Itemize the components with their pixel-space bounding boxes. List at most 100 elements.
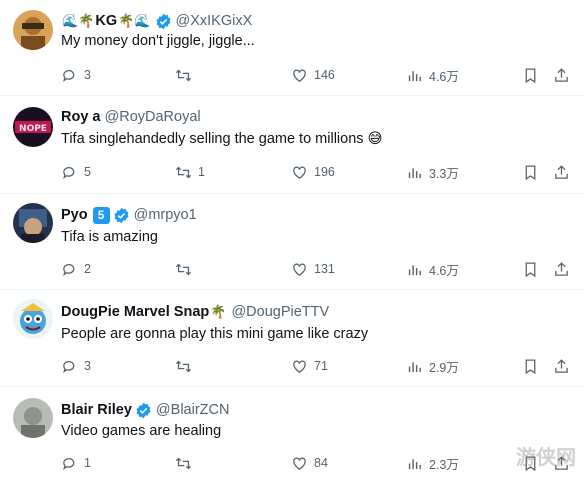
- divider: [0, 193, 584, 194]
- reply-button[interactable]: 3: [61, 356, 91, 376]
- views-icon: [408, 264, 421, 275]
- like-count: 131: [314, 262, 335, 276]
- reply-count: 2: [84, 262, 91, 276]
- views-button[interactable]: 3.3万: [406, 162, 459, 182]
- avatar[interactable]: [13, 398, 53, 438]
- display-name[interactable]: Blair Riley: [61, 402, 132, 418]
- display-name[interactable]: Pyo: [61, 207, 88, 223]
- emoji-suffix: 🌴🌊: [118, 13, 151, 29]
- divider: [0, 289, 584, 290]
- avatar[interactable]: [13, 10, 53, 50]
- heart-icon: [293, 360, 306, 373]
- views-button[interactable]: 4.6万: [406, 259, 459, 279]
- avatar[interactable]: [13, 203, 53, 243]
- reply-button[interactable]: 5: [61, 162, 91, 182]
- reply-count: 5: [84, 165, 91, 179]
- like-count: 196: [314, 165, 335, 179]
- tweet-text: Tifa is amazing: [61, 229, 158, 245]
- repost-button[interactable]: [175, 259, 198, 279]
- repost-icon: [175, 360, 192, 372]
- heart-icon: [293, 166, 306, 179]
- like-count: 84: [314, 456, 328, 470]
- heart-icon: [293, 69, 306, 82]
- views-count: 3.3万: [429, 166, 459, 181]
- divider: [0, 95, 584, 96]
- repost-button[interactable]: [175, 65, 198, 85]
- display-name[interactable]: Roy a: [61, 109, 101, 125]
- tweet-text: Tifa singlehandedly selling the game to …: [61, 131, 383, 147]
- like-count: 146: [314, 68, 335, 82]
- emoji-suffix: 🌴: [210, 304, 227, 320]
- bookmark-icon: [525, 358, 536, 374]
- handle[interactable]: @mrpyo1: [134, 207, 197, 223]
- avatar[interactable]: [13, 299, 53, 339]
- share-button[interactable]: [553, 259, 570, 279]
- bookmark-icon: [525, 67, 536, 83]
- share-icon: [555, 261, 568, 276]
- views-icon: [408, 70, 421, 81]
- reply-icon: [63, 263, 75, 276]
- repost-icon: [175, 263, 192, 275]
- reply-button[interactable]: 3: [61, 65, 91, 85]
- bookmark-button[interactable]: [522, 162, 539, 182]
- like-button[interactable]: 196: [291, 162, 335, 182]
- repost-icon: [175, 166, 192, 178]
- like-button[interactable]: 146: [291, 65, 335, 85]
- views-count: 2.3万: [429, 457, 459, 472]
- divider: [0, 386, 584, 387]
- views-button[interactable]: 4.6万: [406, 65, 459, 85]
- bookmark-button[interactable]: [522, 356, 539, 376]
- reply-button[interactable]: 1: [61, 453, 91, 473]
- views-icon: [408, 167, 421, 178]
- bookmark-icon: [525, 164, 536, 180]
- handle[interactable]: @XxIKGixX: [176, 13, 253, 29]
- repost-button[interactable]: [175, 453, 198, 473]
- bookmark-button[interactable]: [522, 65, 539, 85]
- share-button[interactable]: [553, 356, 570, 376]
- reply-icon: [63, 457, 75, 470]
- share-icon: [555, 358, 568, 373]
- tweet-text: People are gonna play this mini game lik…: [61, 326, 369, 342]
- reply-button[interactable]: 2: [61, 259, 91, 279]
- affiliate-badge: 5: [92, 206, 110, 224]
- verified-icon: [136, 402, 151, 418]
- repost-count: 1: [198, 165, 205, 179]
- share-icon: [555, 67, 568, 82]
- views-count: 2.9万: [429, 360, 459, 375]
- heart-icon: [293, 457, 306, 470]
- display-name[interactable]: KG: [95, 13, 117, 29]
- like-button[interactable]: 71: [291, 356, 328, 376]
- repost-button[interactable]: 1: [175, 162, 205, 182]
- views-count: 4.6万: [429, 263, 459, 278]
- emoji-prefix: 🌊🌴: [62, 13, 95, 29]
- repost-icon: [175, 457, 192, 469]
- display-name[interactable]: DougPie Marvel Snap: [61, 304, 209, 320]
- bookmark-icon: [525, 261, 536, 277]
- reply-count: 1: [84, 456, 91, 470]
- views-icon: [408, 458, 421, 469]
- bookmark-button[interactable]: [522, 259, 539, 279]
- handle[interactable]: @RoyDaRoyal: [105, 109, 201, 125]
- reply-icon: [63, 166, 75, 179]
- like-button[interactable]: 84: [291, 453, 328, 473]
- reply-count: 3: [84, 68, 91, 82]
- reply-count: 3: [84, 359, 91, 373]
- svg-text:NOPE: NOPE: [19, 124, 47, 134]
- repost-icon: [175, 69, 192, 81]
- like-button[interactable]: 131: [291, 259, 335, 279]
- share-button[interactable]: [553, 65, 570, 85]
- views-icon: [408, 361, 421, 372]
- views-count: 4.6万: [429, 69, 459, 84]
- verified-icon: [114, 207, 129, 223]
- tweet-text: Video games are healing: [61, 423, 222, 439]
- views-button[interactable]: 2.9万: [406, 356, 459, 376]
- views-button[interactable]: 2.3万: [406, 453, 459, 473]
- tweet-text: My money don't jiggle, jiggle...: [61, 33, 255, 49]
- share-button[interactable]: [553, 162, 570, 182]
- handle[interactable]: @BlairZCN: [156, 402, 230, 418]
- share-icon: [555, 164, 568, 179]
- like-count: 71: [314, 359, 328, 373]
- repost-button[interactable]: [175, 356, 198, 376]
- handle[interactable]: @DougPieTTV: [231, 304, 329, 320]
- avatar[interactable]: NOPE: [13, 107, 53, 147]
